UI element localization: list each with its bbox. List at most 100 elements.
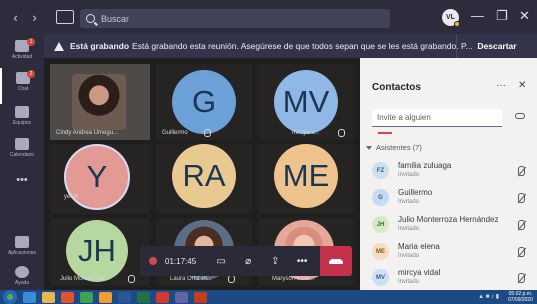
attendee-row[interactable]: FZ familia zuluaga Invitado — [360, 158, 537, 186]
participant-tile[interactable]: RA — [156, 144, 252, 214]
banner-text: Está grabando esta reunión. Asegúrese de… — [132, 41, 473, 51]
chevron-down-icon — [366, 145, 372, 150]
participant-avatar: Y — [64, 144, 130, 210]
attendee-row[interactable]: G Guillermo Invitado — [360, 185, 537, 213]
attendee-name: familia zuluaga — [398, 161, 452, 170]
mic-off-icon[interactable]: ⌀ — [239, 252, 257, 270]
clock-date: 07/09/2020 — [507, 297, 533, 303]
spell-check-underline — [378, 132, 392, 134]
participant-avatar: RA — [172, 144, 236, 208]
share-screen-icon[interactable]: ⇪ — [266, 252, 284, 270]
pdf-icon[interactable] — [156, 291, 169, 303]
search-box[interactable] — [80, 9, 390, 28]
edge-icon[interactable] — [23, 291, 36, 303]
invite-input[interactable] — [372, 109, 502, 127]
mic-off-icon — [128, 275, 135, 283]
chat-badge: 2 — [27, 70, 35, 78]
more-options-icon[interactable]: ••• — [293, 252, 311, 270]
share-link-icon[interactable] — [515, 113, 525, 119]
rail-label: Chat — [17, 86, 29, 92]
participant-name: yesid — [64, 194, 79, 200]
search-input[interactable] — [101, 13, 361, 24]
media-player-icon[interactable] — [61, 291, 74, 303]
calendar-icon — [15, 138, 29, 150]
mic-off-icon — [204, 129, 211, 137]
call-controls: 01:17:45 ▭ ⌀ ⇪ ••• — [140, 246, 352, 276]
video-grid: Cindy Andrea Umegu... G Guillermo MV mir… — [44, 58, 360, 290]
panel-title: Contactos — [372, 82, 421, 93]
mic-off-icon — [518, 220, 525, 230]
attendee-avatar: FZ — [372, 162, 389, 179]
attendee-role: Invitado — [398, 253, 420, 259]
rail-label: Actividad — [11, 54, 33, 60]
participant-tile[interactable]: Cindy Andrea Umegu... — [50, 64, 150, 140]
powerpoint-icon[interactable] — [194, 291, 207, 303]
system-tray-icons[interactable]: ▲ ■ ♪ ▮ — [478, 293, 499, 300]
attendee-avatar: ME — [372, 243, 389, 260]
compose-icon[interactable] — [56, 10, 74, 24]
more-apps-icon[interactable]: ••• — [0, 174, 44, 186]
call-timer: 01:17:45 — [165, 256, 197, 266]
attendee-role: Invitado — [398, 226, 420, 232]
attendee-row[interactable]: ME Maria elena Invitado — [360, 239, 537, 267]
dismiss-button[interactable]: Descartar — [456, 34, 537, 58]
excel-icon[interactable] — [137, 291, 150, 303]
panel-more-icon[interactable]: ··· — [496, 80, 506, 91]
participant-tile[interactable]: ME — [258, 144, 354, 214]
folder-icon[interactable] — [42, 291, 55, 303]
banner-bold: Está grabando — [70, 41, 130, 51]
hang-up-button[interactable] — [320, 246, 352, 276]
title-bar: ‹ › VL — ❐ ✕ — [0, 0, 537, 34]
forward-arrow-icon[interactable]: › — [32, 10, 36, 25]
teams-window: ‹ › VL — ❐ ✕ 1 Actividad 2 Chat Equipos — [0, 0, 537, 304]
teams-icon — [15, 106, 29, 118]
attendee-name: mircya vidal — [398, 268, 441, 277]
participant-video — [72, 74, 126, 130]
mic-off-icon — [518, 247, 525, 257]
mail-icon[interactable] — [99, 291, 112, 303]
attendee-row[interactable]: MV mircya vidal Invitado — [360, 265, 537, 293]
chrome-icon[interactable] — [80, 291, 93, 303]
camera-off-icon[interactable]: ▭ — [212, 252, 230, 270]
participant-tile[interactable]: MV mircya v... — [258, 64, 354, 140]
panel-close-icon[interactable]: ✕ — [518, 80, 526, 91]
attendees-section-header[interactable]: Asistentes (7) — [366, 143, 422, 152]
app-rail: 1 Actividad 2 Chat Equipos Calendario ••… — [0, 34, 44, 290]
maximize-icon[interactable]: ❐ — [496, 8, 508, 24]
user-avatar[interactable]: VL — [442, 9, 460, 27]
attendee-role: Invitado — [398, 199, 420, 205]
rail-label: Aplicaciones — [7, 250, 37, 256]
rail-label: Ayuda — [14, 280, 30, 286]
word-icon[interactable] — [118, 291, 131, 303]
rail-item-activity[interactable]: 1 Actividad — [0, 36, 44, 72]
activity-badge: 1 — [27, 38, 35, 46]
search-icon — [86, 14, 95, 23]
participant-tile[interactable]: G Guillermo — [156, 64, 252, 140]
participant-name: mircya v... — [292, 130, 319, 136]
warning-icon — [54, 41, 64, 51]
participant-name: Julio Monterroza... — [60, 276, 110, 282]
minimize-icon[interactable]: — — [471, 8, 484, 23]
mic-off-icon — [228, 275, 235, 283]
attendee-avatar: JH — [372, 216, 389, 233]
phone-icon — [329, 258, 343, 264]
start-button-icon[interactable] — [3, 290, 17, 304]
taskbar-clock[interactable]: 05:02 p.m. 07/09/2020 — [508, 291, 533, 303]
apps-icon — [15, 236, 29, 248]
participant-avatar: G — [172, 70, 236, 134]
participant-tile[interactable]: JH Julio Monterroza... — [50, 218, 150, 286]
recording-icon — [149, 257, 157, 265]
teams-icon[interactable] — [175, 291, 188, 303]
back-arrow-icon[interactable]: ‹ — [13, 10, 17, 25]
close-window-icon[interactable]: ✕ — [519, 8, 530, 24]
participant-tile[interactable]: Y yesid — [50, 144, 150, 214]
rail-item-chat[interactable]: 2 Chat — [0, 68, 44, 104]
rail-item-calendar[interactable]: Calendario — [0, 134, 44, 170]
mic-off-icon — [338, 129, 345, 137]
rail-label: Equipos — [12, 120, 32, 126]
participant-name: Guillermo — [162, 130, 188, 136]
attendee-row[interactable]: JH Julio Monterroza Hernández Invitado — [360, 212, 537, 240]
rail-item-teams[interactable]: Equipos — [0, 102, 44, 138]
participant-avatar: ME — [274, 144, 338, 208]
mic-off-icon — [518, 193, 525, 203]
